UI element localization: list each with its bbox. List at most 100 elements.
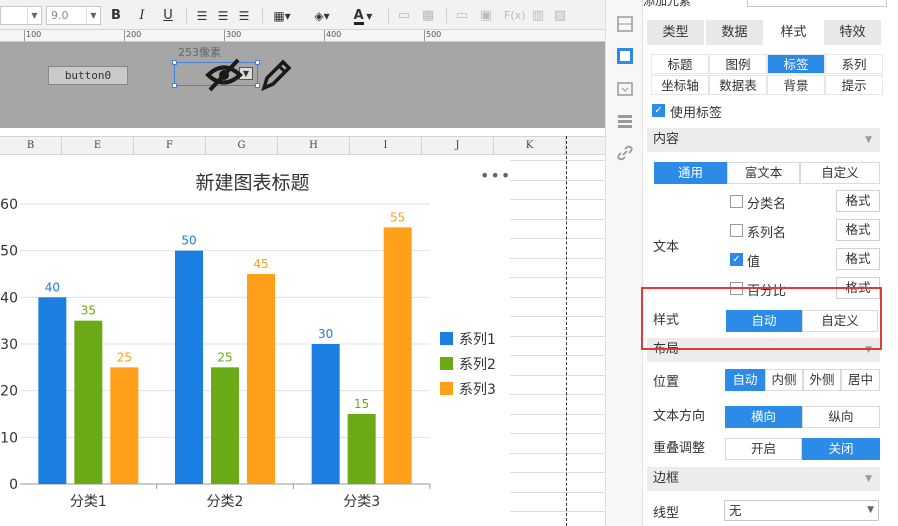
legend-label: 系列1 bbox=[459, 332, 496, 348]
font-size-value: 9.0 bbox=[51, 9, 69, 22]
overlap-adjust-label: 重叠调整 bbox=[653, 441, 706, 456]
table-icon[interactable]: ▦ bbox=[420, 6, 436, 26]
border-section-header[interactable]: 边框 ▼ bbox=[647, 467, 880, 491]
line-type-value: 无 bbox=[729, 503, 742, 518]
chart-plot: 0 10 20 30 40 50 60 40 35 25 分类1 50 25 45 分类2 30 15 55 分类3… bbox=[0, 197, 496, 510]
chevron-down-icon: ▼ bbox=[865, 474, 872, 484]
column-header[interactable]: I bbox=[350, 137, 422, 155]
italic-button[interactable]: I bbox=[134, 6, 150, 26]
font-name-select[interactable]: ▼ bbox=[0, 6, 42, 25]
position-inside[interactable]: 内侧 bbox=[765, 369, 803, 391]
bar bbox=[175, 250, 203, 484]
cell-grid[interactable] bbox=[510, 156, 605, 526]
overlap-on[interactable]: 开启 bbox=[725, 438, 802, 460]
data-label: 55 bbox=[390, 210, 405, 224]
column-header[interactable]: E bbox=[62, 137, 134, 155]
bar-chart-widget[interactable]: 新建图表标题 ••• 0 10 20 30 40 50 60 40 35 25 分类1 50 25 45 分… bbox=[0, 156, 510, 526]
column-header[interactable]: H bbox=[278, 137, 350, 155]
direction-vertical[interactable]: 纵向 bbox=[802, 406, 880, 428]
value-checkbox[interactable]: ✓ bbox=[730, 253, 743, 266]
toolbar-divider bbox=[186, 8, 187, 23]
grid-line bbox=[510, 511, 605, 512]
bar bbox=[38, 297, 67, 484]
direction-horizontal[interactable]: 横向 bbox=[725, 406, 802, 428]
font-color-button[interactable]: A ▼ bbox=[346, 6, 380, 26]
button0-widget[interactable]: button0 bbox=[48, 66, 128, 85]
layer-property-icon[interactable] bbox=[616, 112, 634, 130]
align-center-icon[interactable]: ☰ bbox=[215, 6, 231, 26]
cell-property-icon[interactable] bbox=[616, 15, 634, 33]
bar bbox=[110, 367, 139, 484]
series-name-checkbox[interactable] bbox=[730, 224, 743, 237]
position-outside[interactable]: 外侧 bbox=[803, 369, 841, 391]
column-header[interactable]: B bbox=[0, 137, 62, 155]
format-button[interactable]: 格式 bbox=[836, 248, 880, 270]
bold-button[interactable]: B bbox=[108, 6, 124, 26]
add-element-input[interactable] bbox=[747, 0, 887, 7]
use-label-checkbox[interactable]: ✓ bbox=[652, 104, 665, 117]
grid-line bbox=[510, 238, 605, 239]
subtab-axis[interactable]: 坐标轴 bbox=[651, 75, 709, 95]
subtab-label[interactable]: 标签 bbox=[767, 54, 825, 74]
subtab-background[interactable]: 背景 bbox=[767, 75, 825, 95]
column-header[interactable]: G bbox=[206, 137, 278, 155]
eye-hidden-icon[interactable] bbox=[204, 56, 244, 94]
edit-pencil-icon[interactable] bbox=[258, 56, 292, 94]
resize-handle[interactable] bbox=[172, 83, 177, 88]
format-button[interactable]: 格式 bbox=[836, 219, 880, 241]
bar bbox=[347, 414, 376, 484]
subtab-title[interactable]: 标题 bbox=[651, 54, 709, 74]
column-header[interactable]: F bbox=[134, 137, 206, 155]
subtab-datasheet[interactable]: 数据表 bbox=[709, 75, 767, 95]
y-tick-label: 60 bbox=[0, 197, 18, 213]
tab-data[interactable]: 数据 bbox=[706, 20, 763, 45]
image-icon[interactable]: ▨ bbox=[552, 6, 568, 26]
text-box-icon[interactable]: ▣ bbox=[478, 6, 494, 26]
content-mode-custom[interactable]: 自定义 bbox=[800, 162, 880, 184]
resize-handle[interactable] bbox=[172, 60, 177, 65]
underline-button[interactable]: U bbox=[160, 6, 176, 26]
link-icon[interactable] bbox=[616, 144, 634, 162]
column-header[interactable]: K bbox=[494, 137, 566, 155]
content-mode-general[interactable]: 通用 bbox=[654, 162, 727, 184]
position-center[interactable]: 居中 bbox=[841, 369, 880, 391]
legend-swatch bbox=[440, 357, 453, 370]
border-icon[interactable]: ▦▾ bbox=[268, 6, 296, 26]
content-mode-richtext[interactable]: 富文本 bbox=[727, 162, 800, 184]
align-left-icon[interactable]: ☰ bbox=[194, 6, 210, 26]
merge-cells-icon[interactable]: ▭ bbox=[396, 6, 412, 26]
column-header[interactable]: J bbox=[422, 137, 494, 155]
text-field-icon[interactable]: ▭ bbox=[454, 6, 470, 26]
tab-effects[interactable]: 特效 bbox=[824, 20, 881, 45]
format-button[interactable]: 格式 bbox=[836, 190, 880, 212]
subtab-tooltip[interactable]: 提示 bbox=[825, 75, 883, 95]
x-tick-label: 分类1 bbox=[70, 494, 107, 510]
y-tick-label: 10 bbox=[0, 430, 18, 446]
subtab-series[interactable]: 系列 bbox=[825, 54, 883, 74]
category-name-checkbox[interactable] bbox=[730, 195, 743, 208]
y-tick-label: 20 bbox=[0, 384, 18, 400]
subtab-legend[interactable]: 图例 bbox=[709, 54, 767, 74]
tab-style[interactable]: 样式 bbox=[765, 20, 822, 45]
line-type-select[interactable]: 无 ▼ bbox=[724, 500, 879, 521]
chevron-down-icon: ▼ bbox=[27, 7, 41, 24]
legend-swatch bbox=[440, 382, 453, 395]
align-right-icon[interactable]: ☰ bbox=[236, 6, 252, 26]
content-section-header[interactable]: 内容 ▼ bbox=[647, 128, 880, 152]
line-type-label: 线型 bbox=[653, 506, 680, 521]
grid-line bbox=[510, 452, 605, 454]
property-icon-strip bbox=[605, 0, 643, 526]
tab-type[interactable]: 类型 bbox=[647, 20, 704, 45]
fill-color-icon[interactable]: ◈▾ bbox=[308, 6, 336, 26]
chart-icon[interactable]: ▥ bbox=[530, 6, 546, 26]
grid-line bbox=[510, 257, 605, 259]
form-canvas[interactable]: button0 253像素 ▼ bbox=[0, 42, 605, 128]
overlap-off[interactable]: 关闭 bbox=[802, 438, 880, 460]
position-auto[interactable]: 自动 bbox=[725, 369, 765, 391]
formula-icon[interactable]: F(x) bbox=[504, 6, 525, 26]
data-property-icon[interactable] bbox=[616, 80, 634, 98]
data-label: 15 bbox=[354, 397, 369, 411]
widget-property-icon[interactable] bbox=[616, 47, 634, 65]
font-size-select[interactable]: 9.0 ▼ bbox=[46, 6, 101, 25]
legend-label: 系列2 bbox=[459, 357, 496, 373]
